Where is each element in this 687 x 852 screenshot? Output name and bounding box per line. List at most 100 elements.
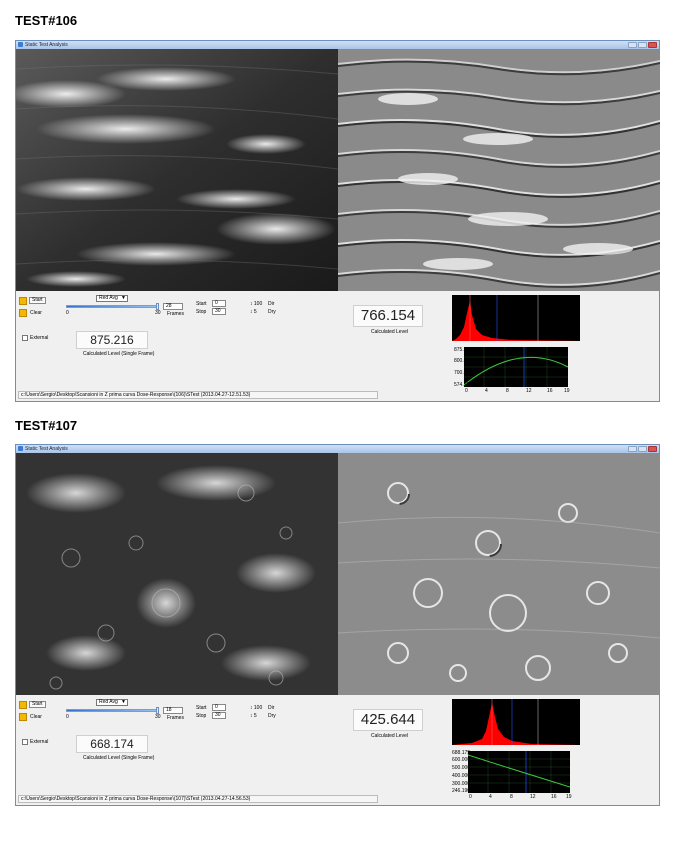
dry-label: Dry — [268, 309, 276, 315]
start-field-label: Start — [196, 705, 207, 711]
stop-field[interactable]: 30 — [212, 712, 226, 719]
frame-slider[interactable] — [66, 709, 158, 712]
curve-x-label: 16 — [547, 388, 553, 394]
slider-min: 0 — [66, 310, 69, 316]
test-heading: TEST#107 — [15, 418, 78, 433]
calculated-level-value: 766.154 — [353, 305, 423, 327]
stop-field-label: Stop — [196, 309, 207, 315]
curve-x-label: 0 — [465, 388, 468, 394]
frame-slider[interactable] — [66, 305, 158, 308]
frames-field[interactable]: 18 — [163, 707, 183, 714]
up-value: ↕ 100 — [250, 705, 263, 711]
calculated-level-value: 425.644 — [353, 709, 423, 731]
clear-label: Clear — [30, 310, 42, 316]
calculated-level-label: Calculated Level — [371, 733, 408, 739]
curve-y-label: 875.216 — [454, 347, 473, 353]
curve-x-label: 12 — [530, 794, 536, 800]
curve-y-label: 300.000 — [452, 781, 471, 787]
curve-y-label: 600.000 — [452, 757, 471, 763]
slider-min: 0 — [66, 714, 69, 720]
curve-y-label: 574.100 — [454, 382, 473, 388]
maximize-button[interactable] — [638, 42, 647, 48]
minimize-button[interactable] — [628, 42, 637, 48]
app-window: Static Test Analysis Start Clear Red Avg… — [15, 444, 660, 806]
curve-x-label: 12 — [526, 388, 532, 394]
level-curve-chart — [463, 347, 569, 387]
clear-label: Clear — [30, 714, 42, 720]
curve-y-label: 500.000 — [452, 765, 471, 771]
down-value: ↕ 5 — [250, 713, 257, 719]
start-label[interactable]: Start — [29, 297, 46, 304]
slider-thumb[interactable] — [156, 303, 159, 310]
title-bar: Static Test Analysis — [16, 445, 659, 453]
single-frame-level-value: 875.216 — [76, 331, 148, 349]
start-button[interactable] — [19, 297, 27, 305]
test-heading: TEST#106 — [15, 13, 78, 28]
curve-x-label: 8 — [510, 794, 513, 800]
channel-select[interactable]: Red Avg ▼ — [96, 295, 128, 302]
close-button[interactable] — [648, 42, 657, 48]
curve-x-label: 4 — [485, 388, 488, 394]
app-icon — [18, 42, 23, 47]
curve-x-label: 19 — [564, 388, 570, 394]
curve-y-label: 700.000 — [454, 370, 473, 376]
chevron-down-icon: ▼ — [121, 295, 126, 301]
window-title: Static Test Analysis — [25, 446, 68, 452]
curve-x-label: 16 — [551, 794, 557, 800]
calculated-level-label: Calculated Level — [371, 329, 408, 335]
dry-label: Dry — [268, 713, 276, 719]
single-frame-level-label: Calculated Level (Single Frame) — [83, 351, 155, 357]
channel-select[interactable]: Red Avg ▼ — [96, 699, 128, 706]
start-label[interactable]: Start — [29, 701, 46, 708]
single-frame-level-label: Calculated Level (Single Frame) — [83, 755, 155, 761]
processed-image — [337, 49, 660, 291]
frames-field[interactable]: 28 — [163, 303, 183, 310]
file-path-status: c:\Users\Sergio\Desktop\Scansioni in Z p… — [18, 795, 378, 803]
clear-button[interactable] — [19, 713, 27, 721]
external-label: External — [30, 335, 49, 341]
close-button[interactable] — [648, 446, 657, 452]
chevron-down-icon: ▼ — [121, 699, 126, 705]
slider-thumb[interactable] — [156, 707, 159, 714]
dir-label: Dir — [268, 705, 275, 711]
down-value: ↕ 5 — [250, 309, 257, 315]
up-value: ↕ 100 — [250, 301, 263, 307]
minimize-button[interactable] — [628, 446, 637, 452]
curve-x-label: 0 — [469, 794, 472, 800]
level-curve-chart — [467, 751, 571, 793]
external-label: External — [30, 739, 49, 745]
start-button[interactable] — [19, 701, 27, 709]
title-bar: Static Test Analysis — [16, 41, 659, 49]
single-frame-level-value: 668.174 — [76, 735, 148, 753]
curve-y-label: 400.000 — [452, 773, 471, 779]
raw-image — [16, 49, 338, 291]
file-path-status: c:\Users\Sergio\Desktop\Scansioni in Z p… — [18, 391, 378, 399]
frames-label: Frames — [167, 311, 184, 317]
curve-y-label: 688.179 — [452, 750, 471, 756]
external-checkbox[interactable] — [22, 335, 28, 341]
stop-field-label: Stop — [196, 713, 207, 719]
histogram — [452, 295, 580, 341]
maximize-button[interactable] — [638, 446, 647, 452]
start-field-label: Start — [196, 301, 207, 307]
app-window: Static Test Analysis Start Clear Red Avg… — [15, 40, 660, 402]
raw-image — [16, 453, 338, 695]
external-checkbox[interactable] — [22, 739, 28, 745]
start-field[interactable]: 0 — [212, 300, 226, 307]
clear-button[interactable] — [19, 309, 27, 317]
slider-max: 30 — [155, 714, 161, 720]
processed-image — [337, 453, 660, 695]
stop-field[interactable]: 30 — [212, 308, 226, 315]
control-panel: Start Clear Red Avg ▼ 0 30 18 Frames Star… — [16, 695, 659, 805]
curve-x-label: 19 — [566, 794, 572, 800]
control-panel: Start Clear Red Avg ▼ 0 30 28 Frames Star… — [16, 291, 659, 401]
window-title: Static Test Analysis — [25, 42, 68, 48]
curve-x-label: 4 — [489, 794, 492, 800]
curve-y-label: 800.000 — [454, 358, 473, 364]
curve-x-label: 8 — [506, 388, 509, 394]
histogram — [452, 699, 580, 745]
dir-label: Dir — [268, 301, 275, 307]
slider-max: 30 — [155, 310, 161, 316]
app-icon — [18, 446, 23, 451]
start-field[interactable]: 0 — [212, 704, 226, 711]
